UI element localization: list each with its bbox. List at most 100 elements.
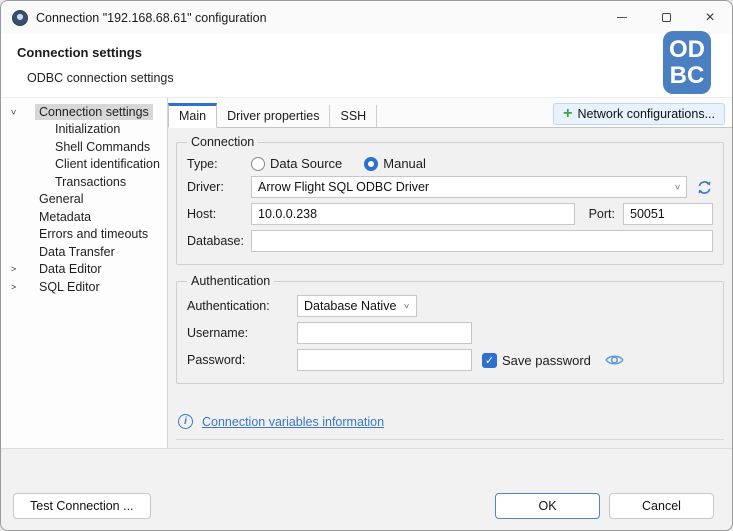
type-label: Type: [187,157,251,171]
sidebar-item-label: Shell Commands [51,139,154,155]
save-password-checkbox[interactable]: ✓ Save password [482,353,591,368]
odbc-logo-line2: BC [663,63,711,89]
chevron-right-icon[interactable]: > [1,264,35,274]
connection-variables-link[interactable]: Connection variables information [202,415,384,429]
authentication-group: Authentication Authentication: Database … [176,274,724,384]
authentication-label: Authentication: [187,299,297,313]
host-input[interactable] [251,203,575,225]
sidebar-item-label: SQL Editor [35,279,104,295]
authentication-select[interactable]: Database Native > [297,295,417,317]
sidebar-item-transactions[interactable]: Transactions [1,173,167,191]
port-label: Port: [589,207,615,221]
host-label: Host: [187,207,251,221]
sidebar-item-label: Data Transfer [35,244,119,260]
radio-data-source[interactable]: Data Source [251,156,342,171]
username-row: Username: [187,322,713,344]
test-connection-button[interactable]: Test Connection ... [13,493,151,519]
database-row: Database: [187,230,713,252]
page-subtitle: ODBC connection settings [27,71,174,85]
sidebar-item-client-identification[interactable]: Client identification [1,156,167,174]
database-input[interactable] [251,230,713,252]
tab-driver-properties[interactable]: Driver properties [217,105,330,127]
odbc-logo: OD BC [663,31,711,94]
radio-icon [364,157,378,171]
chevron-right-icon[interactable]: > [1,282,35,292]
username-label: Username: [187,326,297,340]
main-tab-content: Connection Type: Data Source Manual [168,128,732,478]
app-icon [12,10,28,26]
sidebar-item-label: Client identification [51,156,164,172]
sidebar-item-label: Errors and timeouts [35,226,152,242]
authentication-select-value: Database Native [304,299,396,313]
dialog-body: >Connection settingsInitializationShell … [1,98,732,448]
authentication-row: Authentication: Database Native > [187,295,713,317]
reload-driver-icon[interactable] [696,179,713,196]
settings-tree: >Connection settingsInitializationShell … [1,98,168,448]
info-icon: i [178,414,193,429]
password-label: Password: [187,353,297,367]
odbc-logo-line1: OD [663,37,711,63]
chevron-down-icon[interactable]: > [1,107,35,117]
cancel-button[interactable]: Cancel [609,493,714,519]
driver-label: Driver: [187,180,251,194]
tab-ssh[interactable]: SSH [330,105,377,127]
save-password-label: Save password [502,353,591,368]
sidebar-item-general[interactable]: General [1,191,167,209]
variables-link-row: i Connection variables information [178,414,722,429]
close-button[interactable]: × [688,1,732,34]
titlebar[interactable]: Connection "192.168.68.61" configuration… [1,1,732,34]
host-row: Host: Port: [187,203,713,225]
radio-manual[interactable]: Manual [364,156,426,171]
show-password-eye-icon[interactable] [605,353,624,367]
dialog-footer: Test Connection ... OK Cancel [1,448,732,531]
radio-icon [251,157,265,171]
window-controls: × [600,1,732,34]
page-title: Connection settings [17,45,142,60]
sidebar-item-label: Connection settings [35,104,153,120]
main-panel: MainDriver propertiesSSH + Network confi… [168,98,732,448]
tab-main[interactable]: Main [168,103,217,128]
sidebar-item-label: General [35,191,87,207]
sidebar-item-initialization[interactable]: Initialization [1,121,167,139]
connection-group: Connection Type: Data Source Manual [176,135,724,265]
network-configurations-label: Network configurations... [577,107,715,121]
sidebar-item-metadata[interactable]: Metadata [1,208,167,226]
chevron-down-icon: > [672,184,682,189]
maximize-icon [662,13,671,22]
type-row: Type: Data Source Manual [187,156,713,171]
sidebar-item-data-transfer[interactable]: Data Transfer [1,243,167,261]
connection-group-legend: Connection [187,135,258,149]
password-row: Password: ✓ Save password [187,349,713,371]
minimize-button[interactable] [600,1,644,34]
sidebar-item-label: Transactions [51,174,130,190]
radio-data-source-label: Data Source [270,156,342,171]
sidebar-item-connection-settings[interactable]: >Connection settings [1,103,167,121]
plus-icon: + [563,108,572,120]
footer-buttons: OK Cancel [495,493,714,519]
sidebar-item-errors-and-timeouts[interactable]: Errors and timeouts [1,226,167,244]
port-input[interactable] [623,203,713,225]
maximize-button[interactable] [644,1,688,34]
minimize-icon [617,17,627,18]
window-title: Connection "192.168.68.61" configuration [36,11,600,25]
sidebar-item-sql-editor[interactable]: >SQL Editor [1,278,167,296]
database-label: Database: [187,234,251,248]
network-configurations-button[interactable]: + Network configurations... [553,103,725,125]
ok-button[interactable]: OK [495,493,600,519]
radio-manual-label: Manual [383,156,426,171]
sidebar-item-label: Metadata [35,209,95,225]
dialog-header: Connection settings ODBC connection sett… [1,34,732,98]
sidebar-item-data-editor[interactable]: >Data Editor [1,261,167,279]
driver-select[interactable]: Arrow Flight SQL ODBC Driver > [251,176,687,198]
checkbox-check-icon: ✓ [482,353,497,368]
username-input[interactable] [297,322,472,344]
driver-select-value: Arrow Flight SQL ODBC Driver [258,180,429,194]
close-icon: × [705,9,714,27]
sidebar-item-label: Initialization [51,121,124,137]
connection-config-dialog: Connection "192.168.68.61" configuration… [0,0,733,531]
driver-row: Driver: Arrow Flight SQL ODBC Driver > [187,176,713,198]
tab-bar: MainDriver propertiesSSH + Network confi… [168,98,732,128]
password-input[interactable] [297,349,472,371]
sidebar-item-shell-commands[interactable]: Shell Commands [1,138,167,156]
tabs: MainDriver propertiesSSH [168,103,377,127]
